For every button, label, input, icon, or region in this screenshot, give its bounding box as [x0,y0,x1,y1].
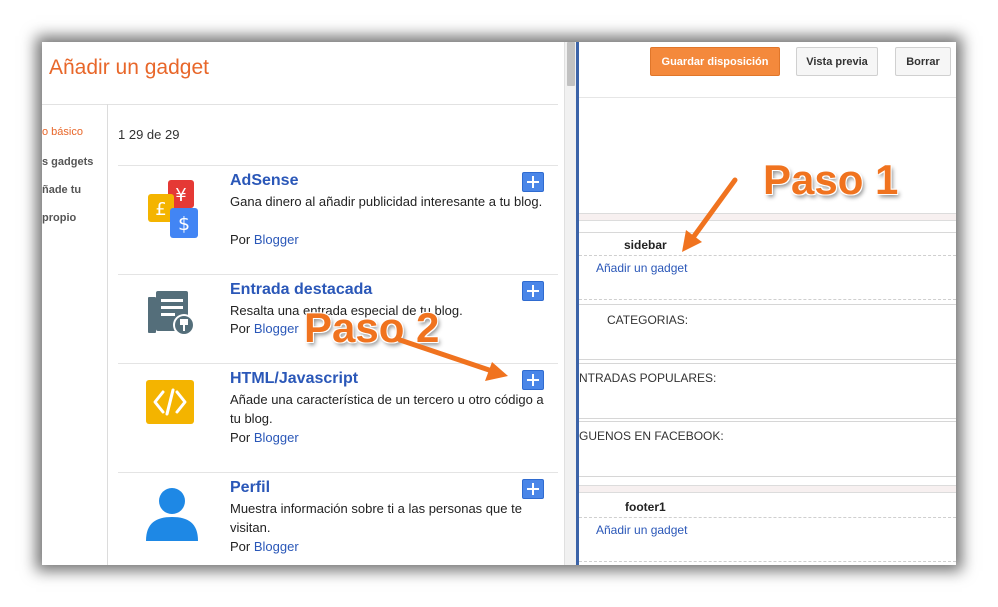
step2-arrow-icon [397,337,508,381]
annotation-arrows [397,177,738,381]
screenshot-frame: Añadir un gadget o básico s gadgets ñade… [42,42,956,565]
step1-arrow-icon [682,177,738,252]
